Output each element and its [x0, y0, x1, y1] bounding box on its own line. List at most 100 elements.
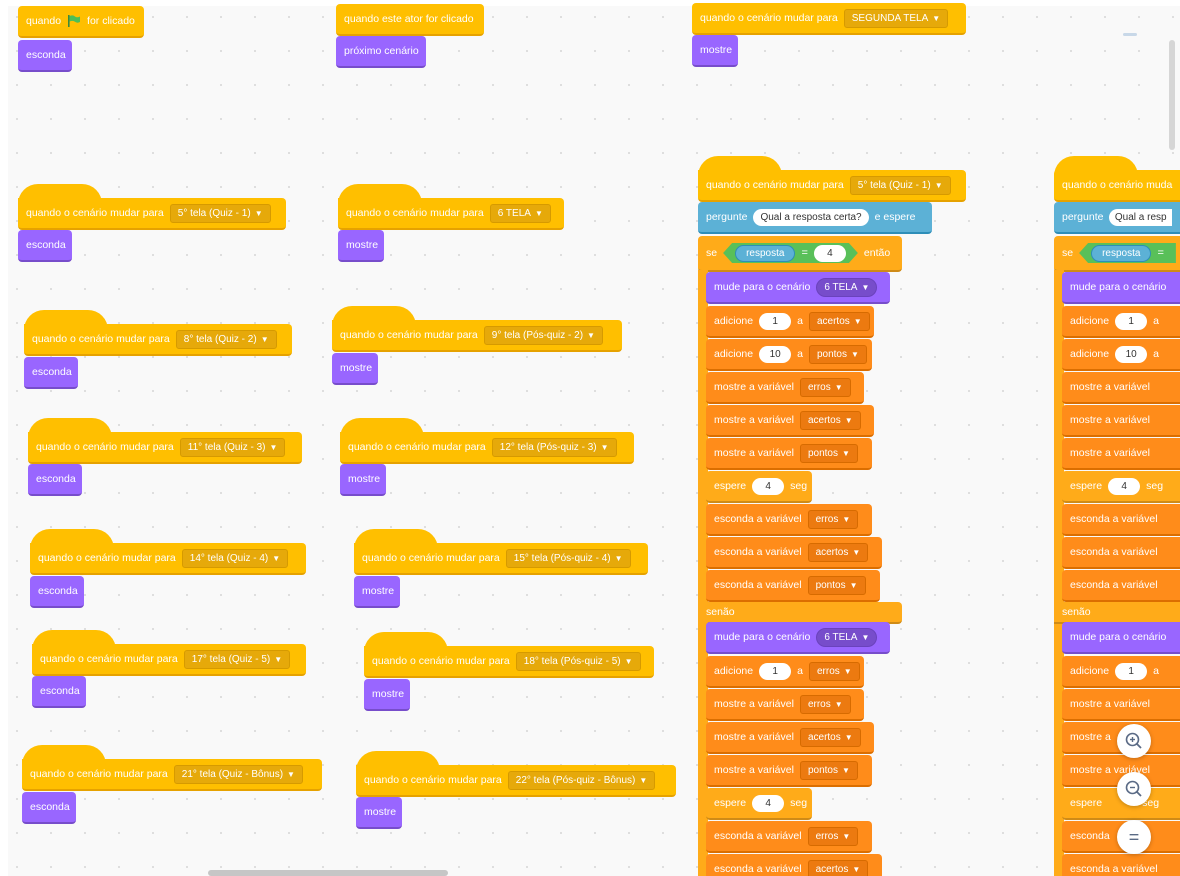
show-variable-block[interactable]: mostre a variável acertos ▼	[706, 405, 874, 437]
variable-dropdown[interactable]: erros ▼	[799, 377, 851, 397]
hide-variable-block[interactable]: esconda a variável	[1062, 537, 1180, 569]
backdrop-dropdown[interactable]: SEGUNDA TELA ▼	[843, 8, 949, 28]
show-variable-block[interactable]: mostre a variável pontos ▼	[706, 755, 872, 787]
backdrop-dropdown[interactable]: 21° tela (Quiz - Bônus) ▼	[173, 764, 303, 784]
hide-variable-block[interactable]: esconda a variável erros ▼	[706, 504, 872, 536]
variable-dropdown[interactable]: acertos ▼	[807, 859, 869, 876]
backdrop-dropdown[interactable]: 9° tela (Pós-quiz - 2) ▼	[483, 325, 603, 345]
hide-block[interactable]: esconda	[32, 676, 86, 708]
backdrop-dropdown[interactable]: 6 TELA ▼	[816, 277, 878, 297]
when-backdrop-switches-block[interactable]: quando o cenário mudar para 8° tela (Qui…	[24, 310, 292, 356]
show-variable-block[interactable]: mostre a variável erros ▼	[706, 372, 864, 404]
show-variable-block[interactable]: mostre a variável acertos ▼	[706, 722, 874, 754]
show-block[interactable]: mostre	[356, 797, 402, 829]
value-input[interactable]: 4	[1108, 477, 1141, 495]
else-block[interactable]: senão	[1054, 602, 1180, 624]
when-sprite-clicked-block[interactable]: quando este ator for clicado	[336, 4, 484, 36]
switch-backdrop-block[interactable]: mude para o cenário 6 TELA ▼	[706, 272, 890, 304]
switch-backdrop-block[interactable]: mude para o cenário	[1062, 272, 1180, 304]
change-variable-block[interactable]: adicione 10 a pontos ▼	[706, 339, 872, 371]
value-input[interactable]: 1	[759, 662, 792, 680]
ask-and-wait-block[interactable]: pergunte Qual a resposta certa? e espere	[698, 202, 932, 234]
variable-dropdown[interactable]: acertos ▼	[799, 410, 861, 430]
variable-dropdown[interactable]: acertos ▼	[808, 311, 870, 331]
when-backdrop-switches-block[interactable]: quando o cenário mudar para 6 TELA ▼	[338, 184, 564, 230]
hide-variable-block[interactable]: esconda a variável acertos ▼	[706, 854, 882, 876]
hide-variable-block[interactable]: esconda a variável acertos ▼	[706, 537, 882, 569]
if-else-block[interactable]: se resposta =	[1054, 236, 1180, 272]
show-variable-block[interactable]: mostre a variável	[1062, 438, 1180, 470]
show-block[interactable]: mostre	[332, 353, 378, 385]
backdrop-dropdown[interactable]: 5° tela (Quiz - 1) ▼	[849, 175, 951, 195]
when-backdrop-switches-block[interactable]: quando o cenário mudar para 14° tela (Qu…	[30, 529, 306, 575]
answer-reporter[interactable]: resposta	[735, 245, 795, 262]
hide-block[interactable]: esconda	[30, 576, 84, 608]
wait-block[interactable]: espere 4 seg	[706, 471, 812, 503]
hide-block[interactable]: esconda	[24, 357, 78, 389]
when-backdrop-switches-block[interactable]: quando o cenário mudar para 5° tela (Qui…	[18, 184, 286, 230]
hide-variable-block[interactable]: esconda a variável	[1062, 504, 1180, 536]
else-block[interactable]: senão	[698, 602, 902, 624]
change-variable-block[interactable]: adicione 1 a	[1062, 306, 1180, 338]
variable-dropdown[interactable]: pontos ▼	[799, 443, 858, 463]
question-input[interactable]: Qual a resp	[1109, 208, 1172, 226]
when-backdrop-switches-block[interactable]: quando o cenário mudar para 12° tela (Pó…	[340, 418, 634, 464]
value-input[interactable]: 1	[1115, 662, 1148, 680]
variable-dropdown[interactable]: erros ▼	[808, 661, 860, 681]
show-block[interactable]: mostre	[692, 35, 738, 67]
ask-and-wait-block[interactable]: pergunte Qual a resp	[1054, 202, 1180, 234]
backdrop-dropdown[interactable]: 8° tela (Quiz - 2) ▼	[175, 329, 277, 349]
variable-dropdown[interactable]: acertos ▼	[807, 542, 869, 562]
answer-reporter[interactable]: resposta	[1091, 244, 1152, 262]
variable-dropdown[interactable]: pontos ▼	[808, 344, 867, 364]
backdrop-dropdown[interactable]: 6 TELA ▼	[816, 627, 878, 647]
hide-variable-block[interactable]: esconda a variável	[1062, 854, 1180, 876]
question-input[interactable]: Qual a resposta certa?	[753, 208, 869, 226]
switch-backdrop-block[interactable]: mude para o cenário	[1062, 622, 1180, 654]
when-flag-clicked-block[interactable]: quando for clicado	[18, 6, 144, 38]
wait-block[interactable]: espere 4 seg	[1062, 471, 1180, 503]
variable-dropdown[interactable]: pontos ▼	[807, 575, 866, 595]
value-input[interactable]: 10	[759, 345, 792, 363]
when-backdrop-switches-block[interactable]: quando o cenário mudar para 9° tela (Pós…	[332, 306, 622, 352]
show-block[interactable]: mostre	[364, 679, 410, 711]
when-backdrop-switches-block[interactable]: quando o cenário mudar para 21° tela (Qu…	[22, 745, 322, 791]
switch-backdrop-block[interactable]: mude para o cenário 6 TELA ▼	[706, 622, 890, 654]
show-block[interactable]: mostre	[354, 576, 400, 608]
variable-dropdown[interactable]: erros ▼	[807, 509, 859, 529]
hide-variable-block[interactable]: esconda a variável erros ▼	[706, 821, 872, 853]
vertical-scrollbar[interactable]	[1169, 40, 1175, 150]
when-backdrop-switches-block[interactable]: quando o cenário mudar para 15° tela (Pó…	[354, 529, 648, 575]
when-backdrop-switches-block[interactable]: quando o cenário mudar para 11° tela (Qu…	[28, 418, 302, 464]
variable-dropdown[interactable]: acertos ▼	[799, 727, 861, 747]
value-input[interactable]: 4	[752, 477, 785, 495]
backdrop-dropdown[interactable]: 17° tela (Quiz - 5) ▼	[183, 649, 291, 669]
hide-variable-block[interactable]: esconda a variável pontos ▼	[706, 570, 880, 602]
backdrop-dropdown[interactable]: 11° tela (Quiz - 3) ▼	[179, 437, 286, 457]
when-backdrop-switches-block[interactable]: quando o cenário mudar para 22° tela (Pó…	[356, 751, 676, 797]
hide-block[interactable]: esconda	[18, 40, 72, 72]
show-variable-block[interactable]: mostre a variável	[1062, 689, 1180, 721]
backdrop-dropdown[interactable]: 22° tela (Pós-quiz - Bônus) ▼	[507, 770, 656, 790]
value-input[interactable]: 1	[759, 312, 792, 330]
show-variable-block[interactable]: mostre a variável	[1062, 405, 1180, 437]
backdrop-dropdown[interactable]: 12° tela (Pós-quiz - 3) ▼	[491, 437, 617, 457]
change-variable-block[interactable]: adicione 10 a	[1062, 339, 1180, 371]
value-input[interactable]: 1	[1115, 312, 1148, 330]
when-backdrop-switches-block[interactable]: quando o cenário mudar para 17° tela (Qu…	[32, 630, 306, 676]
when-backdrop-switches-block[interactable]: quando o cenário mudar para 18° tela (Pó…	[364, 632, 654, 678]
show-variable-block[interactable]: mostre a variável	[1062, 372, 1180, 404]
show-variable-block[interactable]: mostre a variável pontos ▼	[706, 438, 872, 470]
backdrop-dropdown[interactable]: 6 TELA ▼	[489, 203, 551, 223]
horizontal-scrollbar[interactable]	[208, 870, 448, 876]
equals-operator[interactable]: resposta =	[1079, 243, 1176, 263]
zoom-in-button[interactable]	[1117, 724, 1151, 758]
hide-block[interactable]: esconda	[18, 230, 72, 262]
variable-dropdown[interactable]: pontos ▼	[799, 760, 858, 780]
variable-dropdown[interactable]: erros ▼	[799, 694, 851, 714]
hide-block[interactable]: esconda	[28, 464, 82, 496]
hide-block[interactable]: esconda	[22, 792, 76, 824]
zoom-reset-button[interactable]: =	[1117, 820, 1151, 854]
show-variable-block[interactable]: mostre a variável erros ▼	[706, 689, 864, 721]
equals-operator[interactable]: resposta = 4	[723, 243, 858, 263]
